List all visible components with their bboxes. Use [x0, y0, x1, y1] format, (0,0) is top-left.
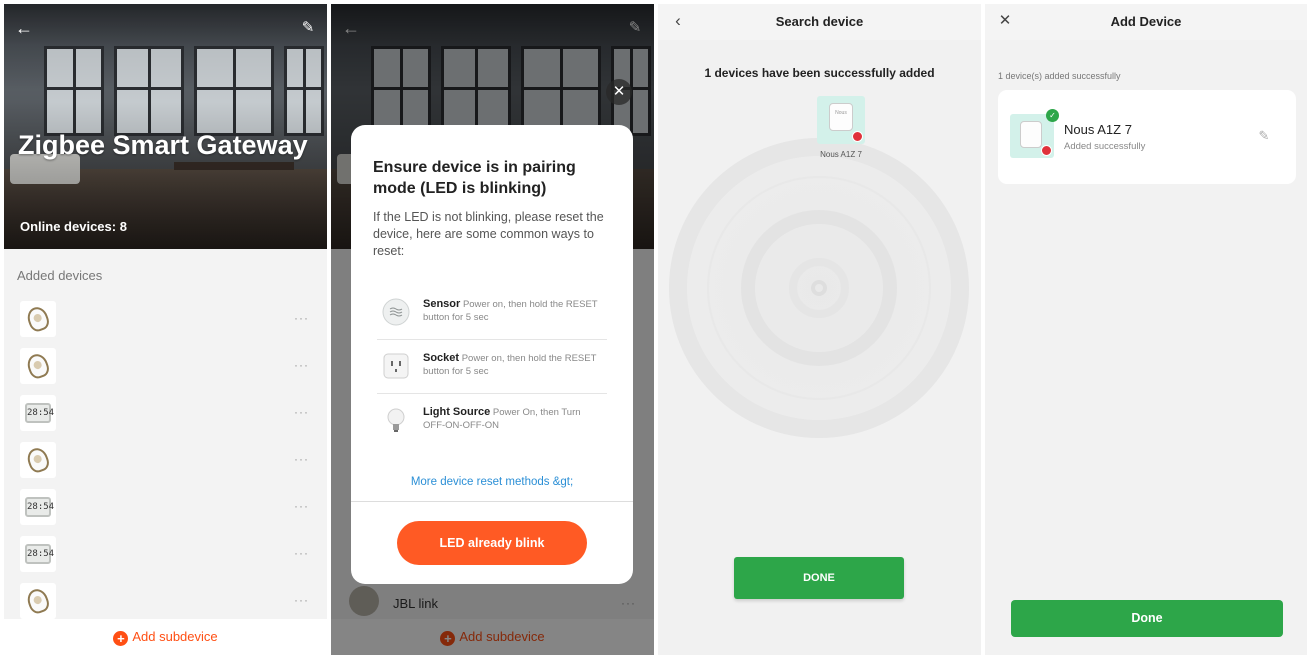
search-radar: [669, 138, 969, 438]
device-thumbnail: ✓: [1010, 109, 1059, 158]
more-dots-icon[interactable]: ···: [294, 311, 309, 325]
gateway-title: Zigbee Smart Gateway: [18, 130, 308, 160]
device-thumbnail: [20, 583, 56, 619]
zigbee-badge-icon: [852, 131, 863, 142]
screenshot-collage: ← ✎ Zigbee Smart Gateway Online devices:…: [0, 0, 1307, 655]
plus-circle-icon: +: [113, 631, 129, 646]
divider: [351, 501, 633, 502]
sensor-icon: [382, 298, 410, 326]
socket-icon: [1020, 121, 1042, 148]
header: ‹ Search device: [658, 4, 981, 40]
online-devices-count: Online devices: 8: [20, 219, 127, 234]
list-item[interactable]: 28:54 ···: [4, 391, 327, 438]
list-item[interactable]: 28:54 ···: [4, 485, 327, 532]
zigbee-badge-icon: [1041, 145, 1052, 156]
gateway-screen: ← ✎ Zigbee Smart Gateway Online devices:…: [4, 4, 327, 655]
device-name: Nous A1Z 7: [820, 150, 862, 159]
add-subdevice-label: Add subdevice: [132, 629, 218, 644]
added-device-card[interactable]: ✓ Nous A1Z 7 Added successfully ✎: [998, 90, 1296, 184]
device-thumbnail: [20, 301, 56, 337]
led-already-blink-button[interactable]: LED already blink: [397, 521, 587, 565]
device-list: ··· ··· 28:54 ··· ··· 28:54 ··· 28:54 ··· ···: [4, 297, 327, 626]
page-title: Search device: [775, 14, 864, 29]
device-thumbnail: 28:54: [20, 489, 56, 525]
thumb-brand-label: Nous: [835, 110, 847, 116]
done-button[interactable]: Done: [1011, 600, 1283, 637]
reset-method-socket: Socket Power on, then hold the RESET but…: [377, 340, 607, 394]
reset-method-sensor: Sensor Power on, then hold the RESET but…: [377, 286, 607, 340]
device-thumbnail: [20, 348, 56, 384]
smart-plug-icon: [24, 351, 52, 381]
method-name: Sensor: [423, 298, 461, 310]
more-dots-icon[interactable]: ···: [294, 546, 309, 560]
thermometer-icon: 28:54: [25, 544, 54, 564]
bulb-icon: [387, 408, 405, 432]
smart-plug-icon: [24, 304, 52, 334]
page-title: Add Device: [1110, 14, 1182, 29]
list-item[interactable]: ···: [4, 438, 327, 485]
more-dots-icon[interactable]: ···: [294, 405, 309, 419]
found-devices-text: 1 devices have been successfully added: [704, 66, 935, 80]
edit-pencil-icon[interactable]: ✎: [1256, 128, 1272, 144]
add-subdevice-button[interactable]: + Add subdevice: [4, 629, 327, 646]
thermometer-icon: 28:54: [25, 403, 54, 423]
more-dots-icon[interactable]: ···: [294, 452, 309, 466]
more-dots-icon[interactable]: ···: [294, 499, 309, 513]
method-name: Socket: [423, 352, 460, 364]
more-dots-icon[interactable]: ···: [294, 593, 309, 607]
pairing-dialog: Ensure device is in pairing mode (LED is…: [351, 125, 633, 584]
device-thumbnail: Nous: [817, 96, 865, 144]
bottom-bar: + Add subdevice: [4, 619, 327, 655]
smart-plug-icon: [24, 586, 52, 616]
search-device-screen: ‹ Search device 1 devices have been succ…: [658, 4, 981, 655]
method-name: Light Source: [423, 406, 491, 418]
device-thumbnail: [20, 442, 56, 478]
dialog-body: If the LED is not blinking, please reset…: [373, 210, 604, 258]
socket-icon: [383, 353, 409, 379]
back-arrow-icon[interactable]: ←: [14, 18, 34, 38]
close-icon[interactable]: ✕: [606, 79, 632, 105]
device-status: Added successfully: [1064, 141, 1146, 152]
done-button[interactable]: DONE: [734, 557, 904, 599]
success-note: 1 device(s) added successfully: [998, 71, 1121, 81]
device-name: Nous A1Z 7: [1064, 122, 1132, 137]
list-item[interactable]: ···: [4, 297, 327, 344]
list-item[interactable]: ···: [4, 344, 327, 391]
device-thumbnail: 28:54: [20, 536, 56, 572]
edit-pencil-icon[interactable]: ✎: [298, 18, 318, 38]
reset-method-light: Light Source Power On, then Turn OFF-ON-…: [377, 394, 607, 448]
added-devices-label: Added devices: [17, 268, 103, 283]
device-thumbnail: 28:54: [20, 395, 56, 431]
dialog-title: Ensure device is in pairing mode (LED is…: [373, 159, 576, 197]
add-device-screen: ✕ Add Device 1 device(s) added successfu…: [985, 4, 1307, 655]
socket-icon: Nous: [829, 103, 853, 131]
list-item[interactable]: 28:54 ···: [4, 532, 327, 579]
thermometer-icon: 28:54: [25, 497, 54, 517]
more-reset-methods-link[interactable]: More device reset methods &gt;: [351, 476, 633, 488]
more-dots-icon[interactable]: ···: [294, 358, 309, 372]
smart-plug-icon: [24, 445, 52, 475]
header: ✕ Add Device: [985, 4, 1307, 40]
hero-image: [4, 4, 327, 249]
check-badge-icon: ✓: [1046, 109, 1059, 122]
pairing-screen: ← ✎ JBL link ··· + Add subdevice ✕ Ensure…: [331, 4, 654, 655]
